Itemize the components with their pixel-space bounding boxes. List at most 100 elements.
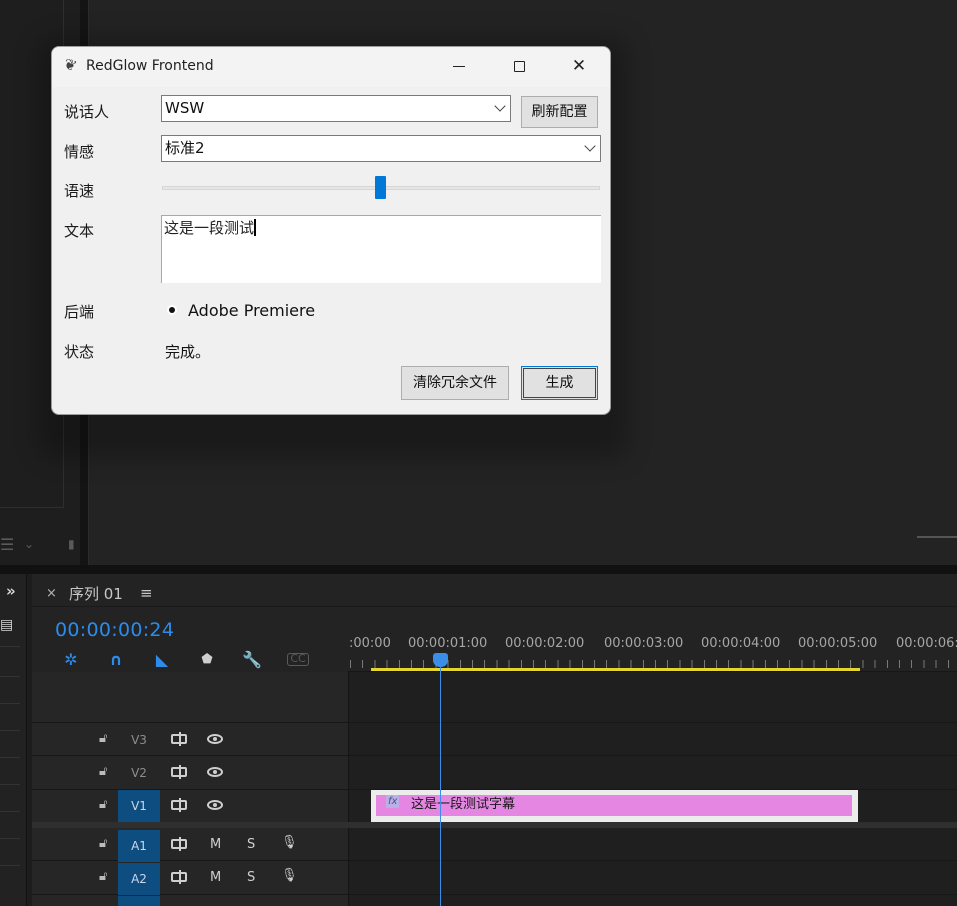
chevron-down-icon [584,140,596,152]
status-label: 状态 [64,343,95,361]
ruler-label: 00:00:05:00 [798,636,878,651]
refresh-config-button[interactable]: 刷新配置 [521,96,598,128]
solo-button[interactable]: S [247,837,255,852]
playhead-timecode[interactable]: 00:00:00:24 [55,619,174,641]
add-marker-icon[interactable]: ⬟ [197,652,217,667]
panel-divider[interactable] [0,565,957,574]
track-separator [32,755,957,756]
lock-icon[interactable]: 🔓︎ [99,836,107,851]
mute-button[interactable]: M [210,870,221,885]
sync-lock-icon[interactable] [171,798,187,812]
project-row-divider [0,811,20,812]
project-row-divider [0,865,20,866]
chevron-down-icon[interactable]: ⌄ [24,537,34,551]
sync-lock-icon[interactable] [171,870,187,884]
speaker-value: WSW [165,99,205,117]
minimize-button[interactable] [436,47,482,85]
track-a2-label[interactable]: A2 [118,863,160,895]
clip-bin-icon[interactable]: ▤ [0,617,13,633]
emotion-label: 情感 [64,143,95,161]
maximize-button[interactable] [496,47,542,85]
close-sequence-icon[interactable]: × [46,586,57,601]
project-row-divider [0,676,20,677]
snap-magnet-icon[interactable]: ∩ [106,650,126,669]
lock-icon[interactable]: 🔓︎ [99,764,107,779]
ruler-label: :00:00 [349,636,391,651]
track-v3-label[interactable]: V3 [118,724,160,756]
speed-slider-thumb[interactable] [375,176,386,199]
project-row-divider [0,703,20,704]
list-view-icon[interactable]: ☰ [0,535,14,554]
project-row-divider [0,730,20,731]
ruler-label: 00:00:02:00 [505,636,585,651]
radio-selected-dot [169,307,175,313]
captions-icon[interactable]: CC [287,653,309,666]
sync-lock-icon[interactable] [171,837,187,851]
wrench-icon[interactable]: 🔧 [242,650,262,669]
sync-lock-icon[interactable] [171,732,187,746]
ruler-label: 00:00:03:00 [604,636,684,651]
panel-menu-icon[interactable]: ≡ [140,584,153,602]
generate-button[interactable]: 生成 [521,366,598,400]
text-caret [254,219,256,236]
chevron-down-icon [494,100,506,112]
eye-icon[interactable] [207,800,223,810]
project-row-divider [0,784,20,785]
project-row-divider [0,646,20,647]
ruler-label: 00:00:06: [896,636,957,651]
eye-icon[interactable] [207,767,223,777]
backend-label: 后端 [64,303,95,321]
backend-option-label[interactable]: Adobe Premiere [188,301,315,320]
expand-panels-icon[interactable]: » [6,582,16,600]
track-separator [32,722,957,723]
lock-icon[interactable]: 🔓︎ [99,731,107,746]
nest-sequence-icon[interactable]: ✲ [61,650,81,669]
maximize-icon [513,61,525,72]
ruler-label: 00:00:04:00 [701,636,781,651]
text-input[interactable]: 这是一段测试 [161,215,601,283]
track-a1-label[interactable]: A1 [118,830,160,862]
speaker-select[interactable]: WSW [161,95,511,122]
redglow-dialog: ❦ RedGlow Frontend ✕ 说话人 WSW 刷新配置 情感 标准2… [51,46,611,415]
lock-icon[interactable]: 🔓︎ [99,869,107,884]
playhead-handle[interactable] [433,653,448,667]
status-value: 完成。 [165,343,211,361]
tab-underline [32,606,957,607]
fx-badge: fx [386,795,400,808]
sync-lock-icon[interactable] [171,765,187,779]
linked-selection-icon[interactable]: ◣ [152,650,172,669]
microphone-icon[interactable]: 🎙︎ [281,835,298,850]
title-bar[interactable]: ❦ RedGlow Frontend ✕ [52,47,610,87]
emotion-value: 标准2 [165,139,205,157]
feather-icon: ❦ [61,54,80,76]
panel-tool-icon[interactable]: ▮ [68,537,75,551]
track-separator [32,860,957,861]
eye-icon[interactable] [207,734,223,744]
video-audio-divider[interactable] [32,822,957,828]
track-separator [32,894,957,895]
emotion-select[interactable]: 标准2 [161,135,601,162]
project-row-divider [0,757,20,758]
program-scrub-line [917,536,957,538]
clean-files-button[interactable]: 清除冗余文件 [401,366,509,400]
track-v1-label[interactable]: V1 [118,790,160,822]
lock-icon[interactable]: 🔓︎ [99,797,107,812]
speaker-label: 说话人 [64,103,110,121]
clip-label: 这是一段测试字幕 [411,797,516,812]
speed-label: 语速 [64,182,95,200]
track-v2-label[interactable]: V2 [118,757,160,789]
close-icon: ✕ [571,56,587,76]
close-button[interactable]: ✕ [556,47,602,85]
ruler-label: 00:00:01:00 [408,636,488,651]
playhead-line[interactable] [440,660,441,906]
project-row-divider [0,838,20,839]
mute-button[interactable]: M [210,837,221,852]
minimize-icon [453,65,465,68]
track-a3-label[interactable] [118,896,160,906]
window-title: RedGlow Frontend [86,58,214,74]
microphone-icon[interactable]: 🎙︎ [281,868,298,883]
solo-button[interactable]: S [247,870,255,885]
text-value: 这是一段测试 [164,219,255,237]
sequence-tab-title[interactable]: 序列 01 [69,583,123,604]
text-label: 文本 [64,222,95,240]
